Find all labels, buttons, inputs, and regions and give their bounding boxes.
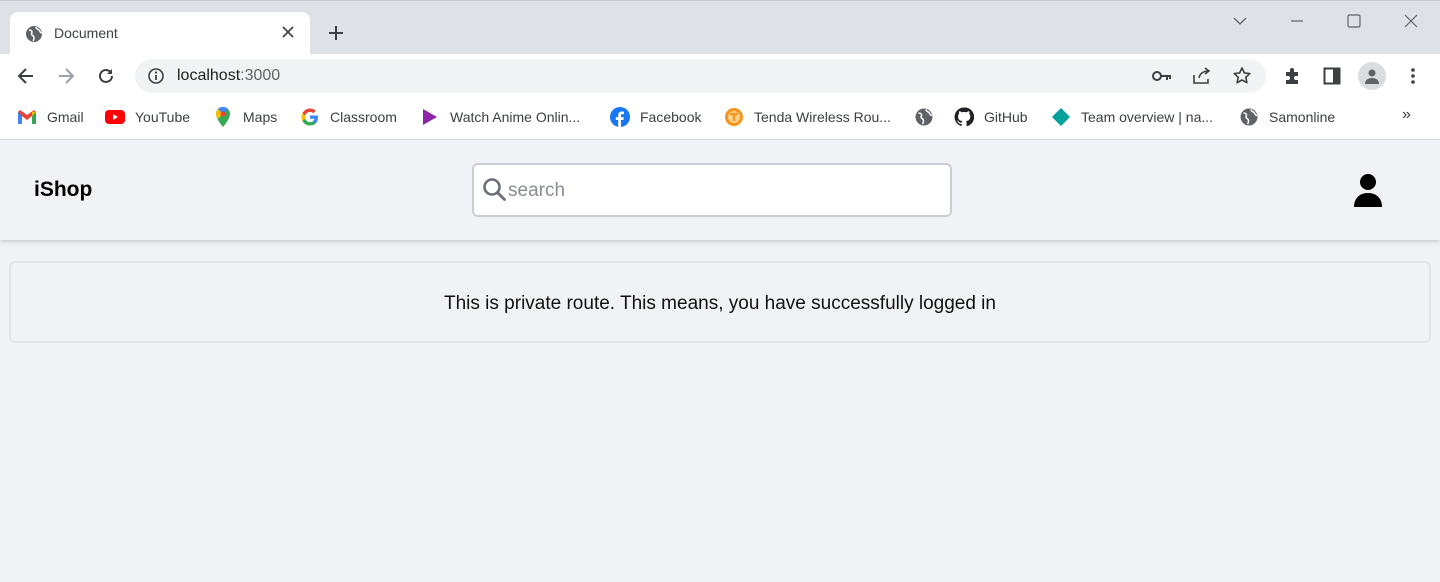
search-box[interactable] xyxy=(472,163,952,217)
bookmark-label: YouTube xyxy=(135,109,191,125)
url-text[interactable]: localhost:3000 xyxy=(177,67,280,85)
bookmark-label: Team overview | na... xyxy=(1081,109,1214,125)
browser-titlebar: Document xyxy=(0,0,1440,55)
new-tab-icon[interactable] xyxy=(324,21,348,45)
bookmark-team-overview[interactable]: Team overview | na... xyxy=(1051,106,1213,128)
globe-icon xyxy=(1239,107,1259,127)
browser-toolbar: localhost:3000 xyxy=(0,54,1440,98)
bookmark-tenda[interactable]: Tenda Wireless Rou... xyxy=(724,106,891,128)
extensions-puzzle-icon[interactable] xyxy=(1281,64,1305,88)
youtube-icon xyxy=(105,107,125,127)
play-icon xyxy=(420,107,440,127)
tenda-icon xyxy=(724,107,744,127)
bookmark-star-icon[interactable] xyxy=(1232,66,1252,86)
site-info-icon[interactable] xyxy=(147,67,165,85)
private-route-message: This is private route. This means, you h… xyxy=(444,293,996,314)
bookmark-untitled[interactable] xyxy=(914,106,944,128)
reload-icon[interactable] xyxy=(92,62,120,90)
url-host: localhost xyxy=(177,67,241,84)
brand-logo[interactable]: iShop xyxy=(34,178,92,202)
maximize-icon[interactable] xyxy=(1342,9,1366,33)
bookmark-classroom[interactable]: Classroom xyxy=(300,106,397,128)
back-arrow-icon[interactable] xyxy=(12,62,40,90)
url-port: :3000 xyxy=(240,67,281,84)
key-icon[interactable] xyxy=(1152,66,1172,86)
tab-title: Document xyxy=(54,25,118,41)
profile-avatar-icon[interactable] xyxy=(1358,62,1386,90)
bookmark-maps[interactable]: Maps xyxy=(213,106,277,128)
search-icon xyxy=(482,177,508,203)
window-close-icon[interactable] xyxy=(1399,9,1423,33)
tab-search-chevron-icon[interactable] xyxy=(1228,9,1252,33)
google-icon xyxy=(300,107,320,127)
maps-icon xyxy=(213,107,233,127)
bookmark-label: Maps xyxy=(243,109,278,125)
private-route-card: This is private route. This means, you h… xyxy=(9,261,1431,343)
bookmark-label: Classroom xyxy=(330,109,397,125)
bookmark-label: GitHub xyxy=(984,109,1028,125)
app-header: iShop xyxy=(0,140,1440,240)
bookmark-label: Watch Anime Onlin... xyxy=(450,109,581,125)
bookmark-label: Gmail xyxy=(47,109,84,125)
facebook-icon xyxy=(610,107,630,127)
globe-icon xyxy=(914,107,934,127)
bookmark-samonline[interactable]: Samonline xyxy=(1239,106,1335,128)
search-input[interactable] xyxy=(508,177,938,205)
forward-arrow-icon[interactable] xyxy=(52,62,80,90)
bookmark-watch-anime[interactable]: Watch Anime Onlin... xyxy=(420,106,580,128)
diamond-icon xyxy=(1051,107,1071,127)
minimize-icon[interactable] xyxy=(1285,9,1309,33)
bookmarks-overflow-button[interactable]: » xyxy=(1402,106,1411,124)
side-panel-icon[interactable] xyxy=(1320,64,1344,88)
bookmark-youtube[interactable]: YouTube xyxy=(105,106,190,128)
bookmark-label: Samonline xyxy=(1269,109,1336,125)
bookmark-gmail[interactable]: Gmail xyxy=(17,106,84,128)
bookmark-github[interactable]: GitHub xyxy=(954,106,1028,128)
tab-close-icon[interactable] xyxy=(278,22,298,42)
bookmarks-bar: Gmail YouTube Maps Classroom Watch Anime… xyxy=(0,98,1440,140)
bookmark-label: Facebook xyxy=(640,109,702,125)
gmail-icon xyxy=(17,107,37,127)
browser-menu-icon[interactable] xyxy=(1401,64,1425,88)
bookmark-label: Tenda Wireless Rou... xyxy=(754,109,891,125)
user-account-icon[interactable] xyxy=(1352,173,1384,207)
github-icon xyxy=(954,107,974,127)
address-bar[interactable]: localhost:3000 xyxy=(135,59,1266,93)
browser-tab[interactable]: Document xyxy=(10,12,310,55)
globe-icon xyxy=(24,24,44,44)
bookmark-facebook[interactable]: Facebook xyxy=(610,106,701,128)
share-icon[interactable] xyxy=(1192,66,1212,86)
